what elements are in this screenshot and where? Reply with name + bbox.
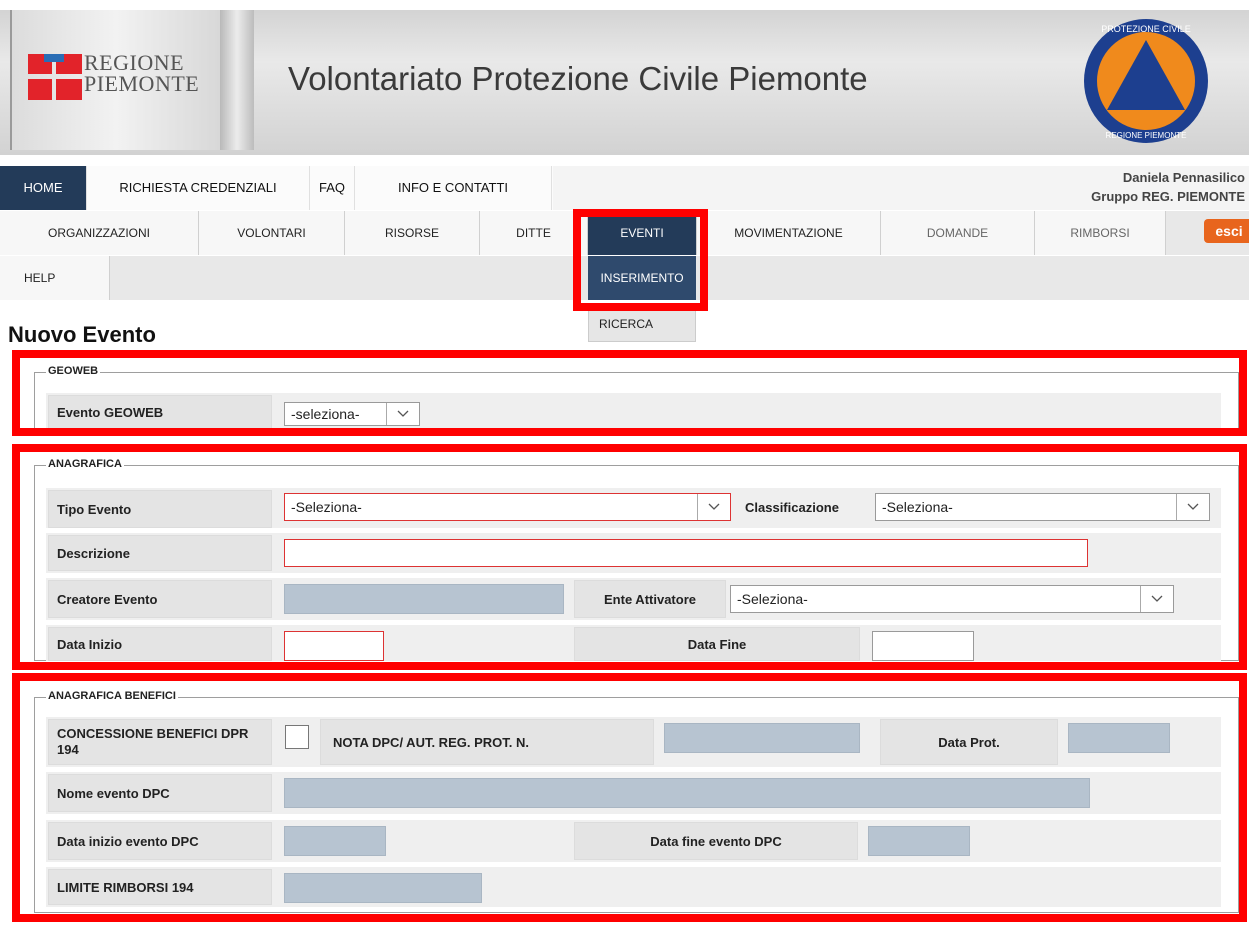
header-top-line	[0, 0, 1249, 10]
emblem-bottom-text: REGIONE PIEMONTE	[1106, 131, 1187, 140]
esci-button[interactable]: esci	[1204, 219, 1249, 243]
nav-volontari[interactable]: VOLONTARI	[199, 211, 345, 255]
nav-organizzazioni[interactable]: ORGANIZZAZIONI	[0, 211, 199, 255]
site-title: Volontariato Protezione Civile Piemonte	[288, 60, 868, 97]
highlight-benefici	[12, 673, 1247, 922]
nav-home[interactable]: HOME	[0, 166, 87, 210]
nav-ditte[interactable]: DITTE	[480, 211, 588, 255]
nav-domande[interactable]: DOMANDE	[881, 211, 1035, 255]
highlight-eventi-menu	[573, 209, 708, 311]
nav-risorse[interactable]: RISORSE	[345, 211, 480, 255]
dropdown-ricerca[interactable]: RICERCA	[588, 306, 696, 342]
page-title: Nuovo Evento	[8, 322, 156, 347]
logo-line-2: PIEMONTE	[84, 71, 200, 96]
user-group: Gruppo REG. PIEMONTE	[1091, 189, 1245, 204]
logo-line-1: REGIONE	[84, 50, 185, 75]
protezione-civile-emblem-icon: PROTEZIONE CIVILE REGIONE PIEMONTE	[1083, 18, 1209, 144]
nav-help[interactable]: HELP	[0, 256, 110, 300]
regione-flag-icon	[28, 54, 82, 100]
nav-rimborsi[interactable]: RIMBORSI	[1035, 211, 1166, 255]
highlight-geoweb	[12, 350, 1247, 436]
header-divider	[220, 10, 254, 150]
nav-info-contatti[interactable]: INFO E CONTATTI	[355, 166, 552, 210]
nav-movimentazione[interactable]: MOVIMENTAZIONE	[697, 211, 881, 255]
user-name: Daniela Pennasilico	[1122, 170, 1245, 185]
emblem-top-text: PROTEZIONE CIVILE	[1101, 24, 1191, 34]
nav-faq[interactable]: FAQ	[310, 166, 355, 210]
highlight-anagrafica	[12, 444, 1247, 670]
nav-richiesta-credenziali[interactable]: RICHIESTA CREDENZIALI	[87, 166, 310, 210]
regione-logo-text: REGIONE PIEMONTE	[84, 50, 200, 96]
